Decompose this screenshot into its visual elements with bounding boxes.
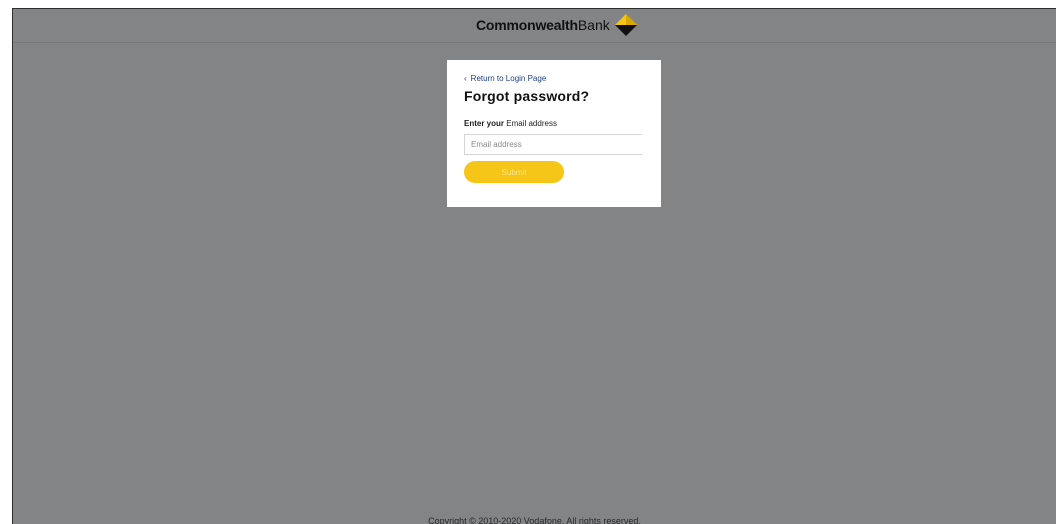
email-input[interactable] [464, 134, 642, 155]
email-label-suffix: Email address [506, 119, 557, 128]
return-to-login-label: Return to Login Page [470, 74, 547, 83]
brand-logo: Commonwealth Bank [476, 11, 638, 39]
email-field-label: Enter your Email address [464, 119, 557, 128]
return-to-login-link[interactable]: ‹ Return to Login Page [464, 74, 546, 83]
brand-name-light: Bank [577, 17, 610, 33]
chevron-left-icon: ‹ [464, 74, 467, 83]
cba-diamond-icon [614, 14, 637, 36]
submit-button[interactable]: Submit [464, 161, 564, 183]
top-header: Commonwealth Bank [13, 9, 1056, 43]
page-title: Forgot password? [464, 88, 590, 104]
brand-name-bold: Commonwealth [476, 17, 578, 33]
email-label-prefix: Enter your [464, 119, 505, 128]
page-frame: Commonwealth Bank ‹ Return to Login Page… [12, 8, 1056, 524]
copyright-footer: Copyright © 2010-2020 Vodafone. All righ… [428, 516, 641, 524]
forgot-password-card: ‹ Return to Login Page Forgot password? … [447, 60, 661, 207]
